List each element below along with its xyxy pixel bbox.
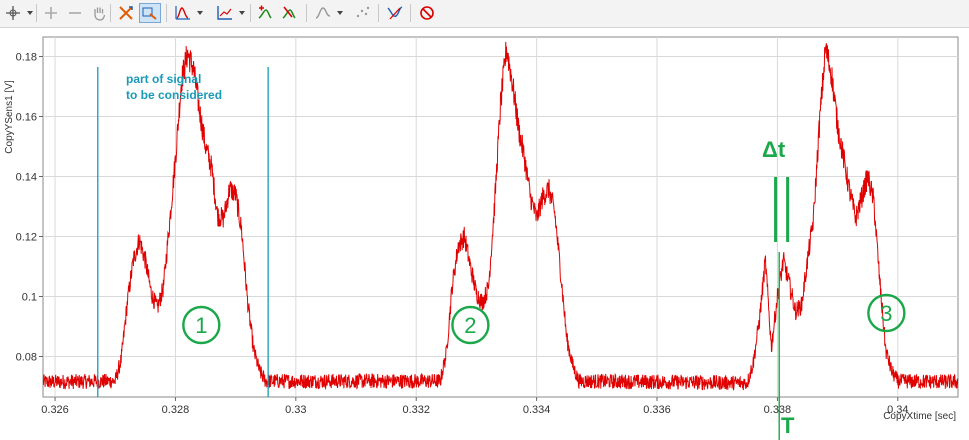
toolbar-separator: [410, 4, 411, 22]
smooth-curve-button[interactable]: [312, 3, 334, 23]
reset-zoom-button[interactable]: [115, 3, 137, 23]
peak-marker-number: 2: [464, 313, 476, 338]
smooth-curve-icon: [315, 7, 331, 19]
marker-add-icon: [258, 5, 272, 19]
y-axis-ticks: 0.08 0.1 0.12 0.14 0.16 0.18: [16, 52, 43, 364]
cursor-crosshair-icon: [6, 6, 20, 20]
peak-marker-number: 1: [195, 313, 207, 338]
zoom-box-icon: [142, 7, 157, 20]
t-label: T: [781, 413, 795, 438]
hand-icon: [94, 7, 106, 21]
add-marker-button[interactable]: [254, 3, 276, 23]
y-tick-label: 0.18: [16, 52, 37, 64]
toolbar-separator: [166, 4, 167, 22]
scatter-points-button[interactable]: [352, 3, 374, 23]
peak-curve-icon: [175, 6, 190, 20]
x-tick-label: 0.332: [402, 404, 430, 416]
y-tick-label: 0.08: [16, 352, 37, 364]
marker-remove-icon: [282, 6, 296, 19]
trace-icon: [387, 6, 403, 20]
y-axis-label: CopyYSens1 [V]: [4, 80, 15, 154]
toolbar-separator: [110, 4, 111, 22]
x-axis-ticks: 0.326 0.328 0.33 0.332 0.334 0.336 0.338 0.34: [41, 397, 909, 416]
zoom-in-button[interactable]: [40, 3, 62, 23]
region-label-line: part of signal: [126, 72, 201, 86]
stop-icon: [420, 6, 434, 20]
axes-icon: [217, 6, 232, 20]
stop-acquisition-button[interactable]: [416, 3, 438, 23]
minus-icon: [69, 12, 81, 14]
pan-hand-button[interactable]: [88, 3, 110, 23]
x-tick-label: 0.326: [41, 404, 69, 416]
delta-t-label: Δt: [762, 137, 786, 162]
x-tick-label: 0.334: [523, 404, 551, 416]
region-label-line: to be considered: [126, 88, 222, 102]
toolbar-separator: [36, 4, 37, 22]
toolbar-separator: [378, 4, 379, 22]
fit-curve-button[interactable]: [172, 3, 194, 23]
toolbar-separator: [306, 4, 307, 22]
zoom-box-button[interactable]: [139, 3, 161, 23]
plus-icon: [45, 7, 57, 19]
cross-arrows-icon: [119, 6, 133, 20]
toolbar-separator: [250, 4, 251, 22]
y-tick-label: 0.1: [22, 292, 37, 304]
axis-settings-button[interactable]: [214, 3, 236, 23]
trace-curve-button[interactable]: [384, 3, 406, 23]
remove-marker-button[interactable]: [278, 3, 300, 23]
y-tick-label: 0.16: [16, 112, 37, 124]
dropdown-arrow-icon[interactable]: [239, 11, 245, 15]
chart-toolbar: [0, 0, 969, 28]
x-tick-label: 0.33: [285, 404, 306, 416]
scatter-icon: [356, 6, 370, 18]
dropdown-arrow-icon[interactable]: [197, 11, 203, 15]
zoom-out-button[interactable]: [64, 3, 86, 23]
x-tick-label: 0.336: [643, 404, 671, 416]
x-axis-label: CopyXtime [sec]: [883, 411, 956, 422]
cursor-tool-button[interactable]: [2, 3, 24, 23]
dropdown-arrow-icon[interactable]: [27, 11, 33, 15]
y-tick-label: 0.14: [16, 172, 37, 184]
y-tick-label: 0.12: [16, 232, 37, 244]
x-tick-label: 0.328: [162, 404, 190, 416]
peak-marker-number: 3: [880, 301, 892, 326]
signal-chart: 0.326 0.328 0.33 0.332 0.334 0.336 0.338 0.34 0…: [4, 36, 959, 440]
dropdown-arrow-icon[interactable]: [337, 11, 343, 15]
